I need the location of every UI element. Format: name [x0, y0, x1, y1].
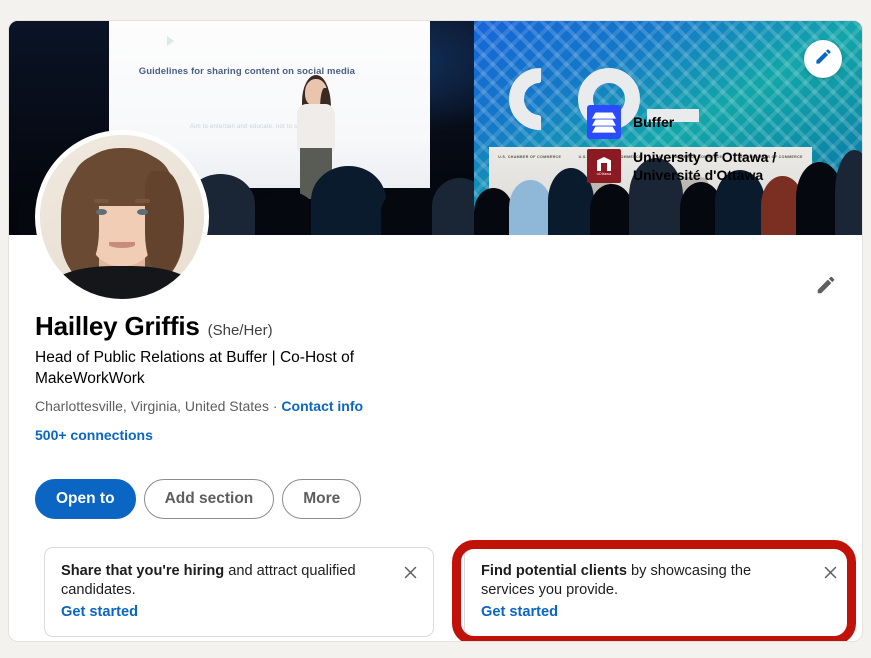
- promo-cards: Share that you're hiring and attract qua…: [44, 547, 854, 637]
- location-separator: ·: [273, 398, 278, 414]
- profile-pronouns: (She/Her): [208, 322, 273, 339]
- location-row: Charlottesville, Virginia, United States…: [35, 398, 838, 414]
- profile-location: Charlottesville, Virginia, United States: [35, 398, 269, 414]
- pencil-icon: [814, 47, 833, 71]
- promo-card-clients[interactable]: Find potential clients by showcasing the…: [464, 547, 854, 637]
- close-icon[interactable]: [399, 561, 421, 583]
- organization-item-buffer[interactable]: Buffer: [587, 105, 837, 139]
- slide-arrow-icon: [167, 36, 174, 46]
- edit-banner-button[interactable]: [804, 40, 842, 78]
- pencil-icon: [815, 274, 837, 301]
- profile-headline: Head of Public Relations at Buffer | Co-…: [35, 348, 465, 389]
- profile-avatar[interactable]: [35, 130, 209, 304]
- name-row: Hailley Griffis (She/Her): [35, 311, 838, 342]
- promo-get-started-link[interactable]: Get started: [481, 604, 558, 620]
- more-button[interactable]: More: [282, 479, 361, 519]
- organization-name: Buffer: [633, 113, 674, 131]
- add-section-button[interactable]: Add section: [144, 479, 275, 519]
- promo-get-started-link[interactable]: Get started: [61, 604, 138, 620]
- organization-name: University of Ottawa / Université d'Otta…: [633, 148, 837, 185]
- uottawa-logo: uOttawa: [587, 149, 621, 183]
- organizations-list: Buffer uOttawa University of Ottawa / Un…: [587, 105, 837, 194]
- edit-intro-button[interactable]: [812, 273, 840, 301]
- promo-text-bold: Share that you're hiring: [61, 563, 224, 579]
- promo-text-bold: Find potential clients: [481, 563, 627, 579]
- promo-text: Find potential clients by showcasing the…: [481, 562, 837, 601]
- uottawa-logo-text: uOttawa: [597, 172, 612, 176]
- profile-card: Guidelines for sharing content on social…: [8, 20, 863, 642]
- open-to-button[interactable]: Open to: [35, 479, 136, 519]
- buffer-logo: [587, 105, 621, 139]
- contact-info-link[interactable]: Contact info: [281, 398, 363, 414]
- connections-link[interactable]: 500+ connections: [35, 427, 153, 443]
- organization-item-uottawa[interactable]: uOttawa University of Ottawa / Universit…: [587, 148, 837, 185]
- close-icon[interactable]: [819, 561, 841, 583]
- profile-name: Hailley Griffis: [35, 311, 200, 342]
- profile-action-buttons: Open to Add section More: [35, 479, 361, 519]
- promo-card-hiring[interactable]: Share that you're hiring and attract qua…: [44, 547, 434, 637]
- promo-text: Share that you're hiring and attract qua…: [61, 562, 417, 601]
